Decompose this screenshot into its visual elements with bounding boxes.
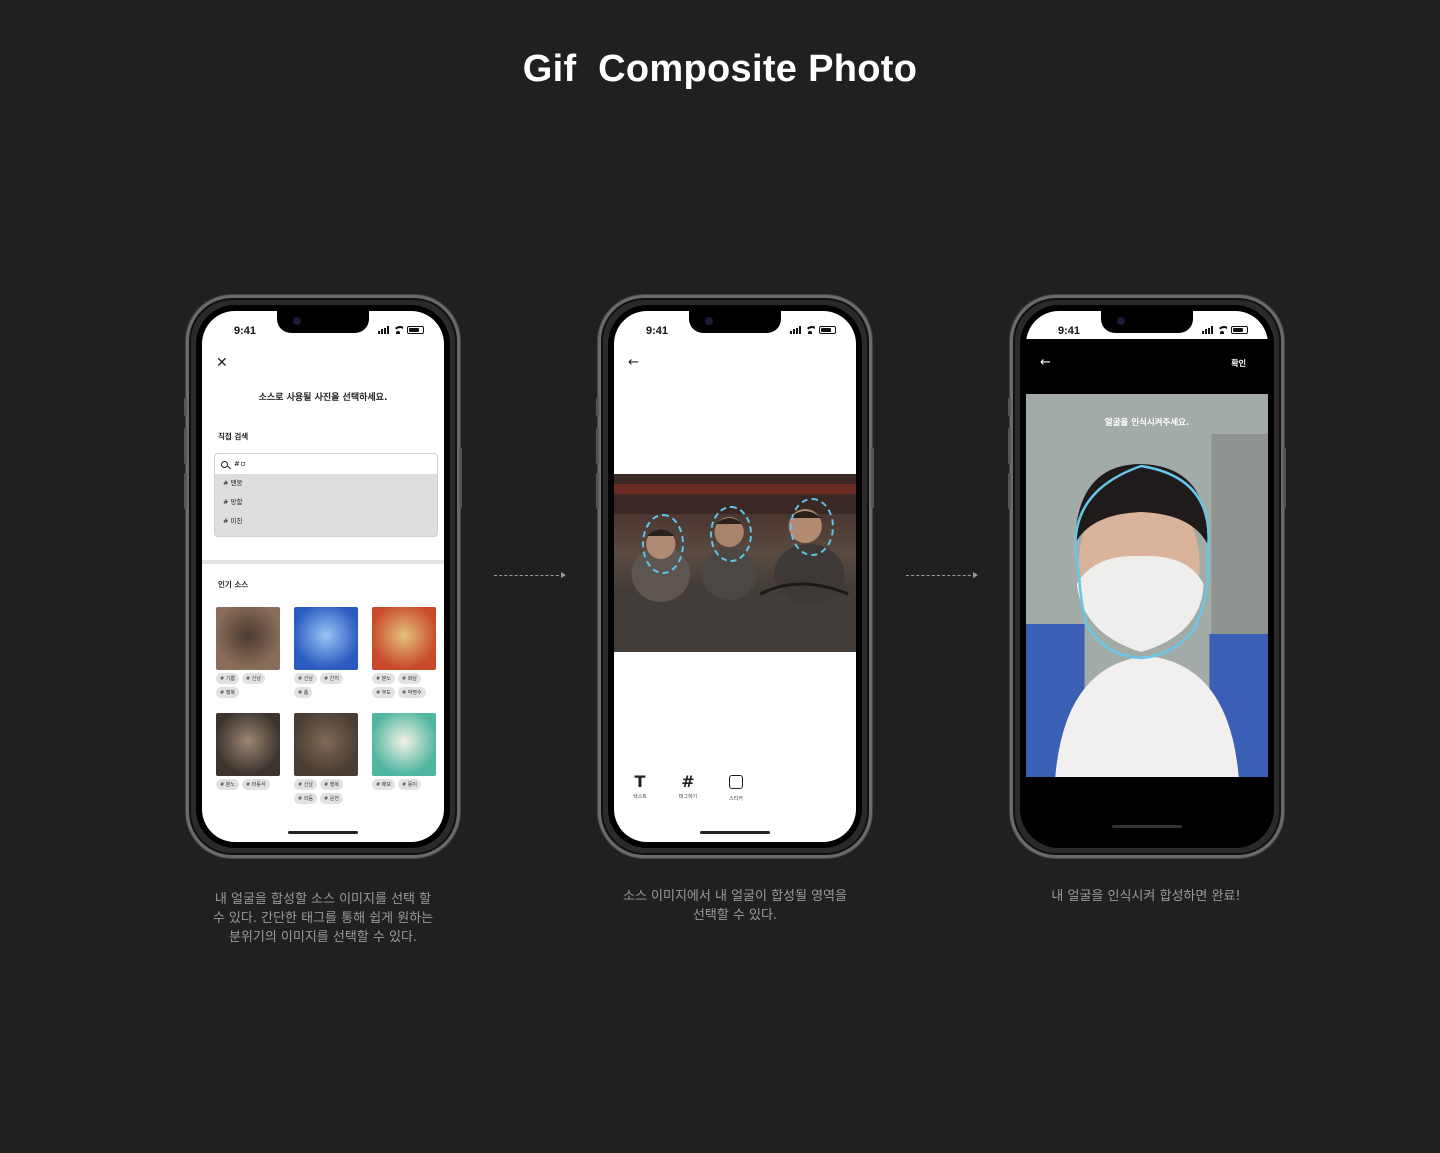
battery-icon — [407, 326, 424, 334]
search-dropdown: #ㅁ # 맨붕 # 망함 # 미친 — [214, 453, 438, 537]
camera-preview: 얼굴을 인식시켜주세요. — [1026, 394, 1268, 777]
home-indicator — [1112, 825, 1182, 828]
signal-icon — [1202, 326, 1213, 334]
source-thumbnail[interactable] — [294, 713, 358, 776]
tool-hashtag-button[interactable]: # 태그하기 — [676, 773, 700, 802]
popular-section-label: 인기 소스 — [218, 580, 249, 589]
camera-footer — [1026, 777, 1268, 842]
source-grid: # 기쁨 # 신남 # 행복 # 신남 # 간지 # 춤 # 분노 # 화남 # 무도 # 박명수… — [216, 607, 438, 815]
caption-step-2: 소스 이미지에서 내 얼굴이 합성될 영역을 선택할 수 있다. — [623, 889, 847, 923]
edit-toolbar: T 텍스트 # 태그하기 스티커 — [628, 773, 748, 802]
tag-list: # 기쁨 # 신남 # 행복 — [216, 673, 282, 698]
tag-list: # 신남 # 행복 # 리듬 # 운전 — [294, 779, 360, 804]
sticker-icon — [724, 775, 748, 793]
source-thumbnail[interactable] — [294, 607, 358, 670]
battery-icon — [1231, 326, 1248, 334]
tag-chip[interactable]: # 박명수 — [397, 687, 426, 698]
tag-list: # 메모 # 몽이 — [372, 779, 438, 790]
screen-source-select: 9:41 ✕ 소스로 사용될 사진을 선택하세요. 직접 검색 #ㅁ # 맨붕 … — [202, 311, 444, 842]
tag-chip[interactable]: # 행복 — [319, 779, 343, 790]
source-card[interactable]: # 신남 # 행복 # 리듬 # 운전 — [294, 713, 358, 815]
tool-label: 스티커 — [729, 796, 743, 802]
search-input-value: #ㅁ — [234, 460, 247, 468]
tag-chip[interactable]: # 행복 — [216, 687, 239, 698]
tag-chip[interactable]: # 화남 — [397, 673, 421, 684]
source-card[interactable]: # 분노 # 마동석 — [216, 713, 280, 815]
text-icon: T — [634, 772, 646, 791]
tag-chip[interactable]: # 분노 — [216, 779, 239, 790]
flow-arrow — [906, 572, 978, 578]
tool-label: 태그하기 — [678, 794, 698, 800]
caption-step-1: 내 얼굴을 합성할 소스 이미지를 선택 할 수 있다. 간단한 태그를 통해 … — [212, 892, 434, 945]
battery-icon — [819, 326, 836, 334]
close-icon[interactable]: ✕ — [216, 355, 228, 371]
source-card[interactable]: # 기쁨 # 신남 # 행복 — [216, 607, 280, 709]
tag-list: # 분노 # 화남 # 무도 # 박명수 — [372, 673, 438, 698]
screen-face-recognition: 9:41 ← 확인 얼굴을 인식시켜주세요. — [1026, 311, 1268, 842]
tag-chip[interactable]: # 운전 — [319, 793, 343, 804]
tag-chip[interactable]: # 몽이 — [397, 779, 421, 790]
suggestion-item[interactable]: # 미친 — [215, 512, 437, 531]
source-thumbnail[interactable] — [216, 607, 280, 670]
tag-chip[interactable]: # 마동석 — [241, 779, 270, 790]
tool-label: 텍스트 — [633, 794, 647, 800]
back-arrow-icon[interactable]: ← — [1040, 355, 1051, 370]
tag-chip[interactable]: # 간지 — [319, 673, 343, 684]
home-indicator — [288, 831, 358, 834]
tag-chip[interactable]: # 무도 — [372, 687, 395, 698]
screen-face-area: 9:41 ← T 텍스트 # 태그하기 스티커 — [614, 311, 856, 842]
suggestion-item[interactable]: # 맨붕 — [215, 474, 437, 493]
screen-heading: 소스로 사용될 사진을 선택하세요. — [258, 393, 388, 403]
tool-text-button[interactable]: T 텍스트 — [628, 773, 652, 802]
tool-sticker-button[interactable]: 스티커 — [724, 773, 748, 802]
page-title: Gif Composite Photo — [522, 48, 918, 90]
search-input[interactable]: #ㅁ — [215, 454, 437, 474]
source-card[interactable]: # 신남 # 간지 # 춤 — [294, 607, 358, 709]
source-card[interactable]: # 메모 # 몽이 — [372, 713, 436, 815]
tag-chip[interactable]: # 분노 — [372, 673, 395, 684]
status-time: 9:41 — [234, 325, 257, 337]
source-thumbnail[interactable] — [372, 607, 436, 670]
tag-chip[interactable]: # 신남 — [241, 673, 265, 684]
confirm-button[interactable]: 확인 — [1231, 358, 1246, 369]
tag-list: # 분노 # 마동석 — [216, 779, 282, 790]
caption-step-3: 내 얼굴을 인식시켜 합성하면 완료! — [1051, 889, 1241, 904]
source-gif-image — [614, 474, 856, 652]
home-indicator — [700, 831, 770, 834]
signal-icon — [790, 326, 801, 334]
suggestion-item[interactable]: # 망함 — [215, 493, 437, 512]
source-thumbnail[interactable] — [216, 713, 280, 776]
tag-chip[interactable]: # 메모 — [372, 779, 395, 790]
status-time: 9:41 — [646, 325, 669, 337]
face-selection-marker[interactable] — [642, 514, 684, 574]
flow-arrow — [494, 572, 566, 578]
wifi-icon — [805, 326, 815, 334]
search-section-label: 직접 검색 — [218, 432, 249, 441]
tag-chip[interactable]: # 신남 — [294, 673, 317, 684]
wifi-icon — [393, 326, 403, 334]
section-divider — [202, 560, 444, 564]
selfie-illustration — [1026, 394, 1268, 777]
tag-chip[interactable]: # 기쁨 — [216, 673, 239, 684]
face-selection-marker[interactable] — [710, 506, 752, 562]
phone-mockup-face-area: 9:41 ← T 텍스트 # 태그하기 스티커 — [596, 295, 874, 858]
tag-chip[interactable]: # 리듬 — [294, 793, 317, 804]
tag-list: # 신남 # 간지 # 춤 — [294, 673, 360, 698]
status-time: 9:41 — [1058, 325, 1081, 337]
signal-icon — [378, 326, 389, 334]
back-arrow-icon[interactable]: ← — [628, 355, 639, 370]
camera-instruction: 얼굴을 인식시켜주세요. — [1104, 418, 1190, 428]
source-card[interactable]: # 분노 # 화남 # 무도 # 박명수 — [372, 607, 436, 709]
tag-chip[interactable]: # 춤 — [294, 687, 313, 698]
source-thumbnail[interactable] — [372, 713, 436, 776]
wifi-icon — [1217, 326, 1227, 334]
phone-mockup-face-recognition: 9:41 ← 확인 얼굴을 인식시켜주세요. — [1008, 295, 1286, 858]
phone-mockup-source-select: 9:41 ✕ 소스로 사용될 사진을 선택하세요. 직접 검색 #ㅁ # 맨붕 … — [184, 295, 462, 858]
face-selection-marker[interactable] — [790, 498, 834, 556]
hashtag-icon: # — [681, 772, 695, 791]
tag-chip[interactable]: # 신남 — [294, 779, 317, 790]
search-icon — [221, 460, 228, 468]
